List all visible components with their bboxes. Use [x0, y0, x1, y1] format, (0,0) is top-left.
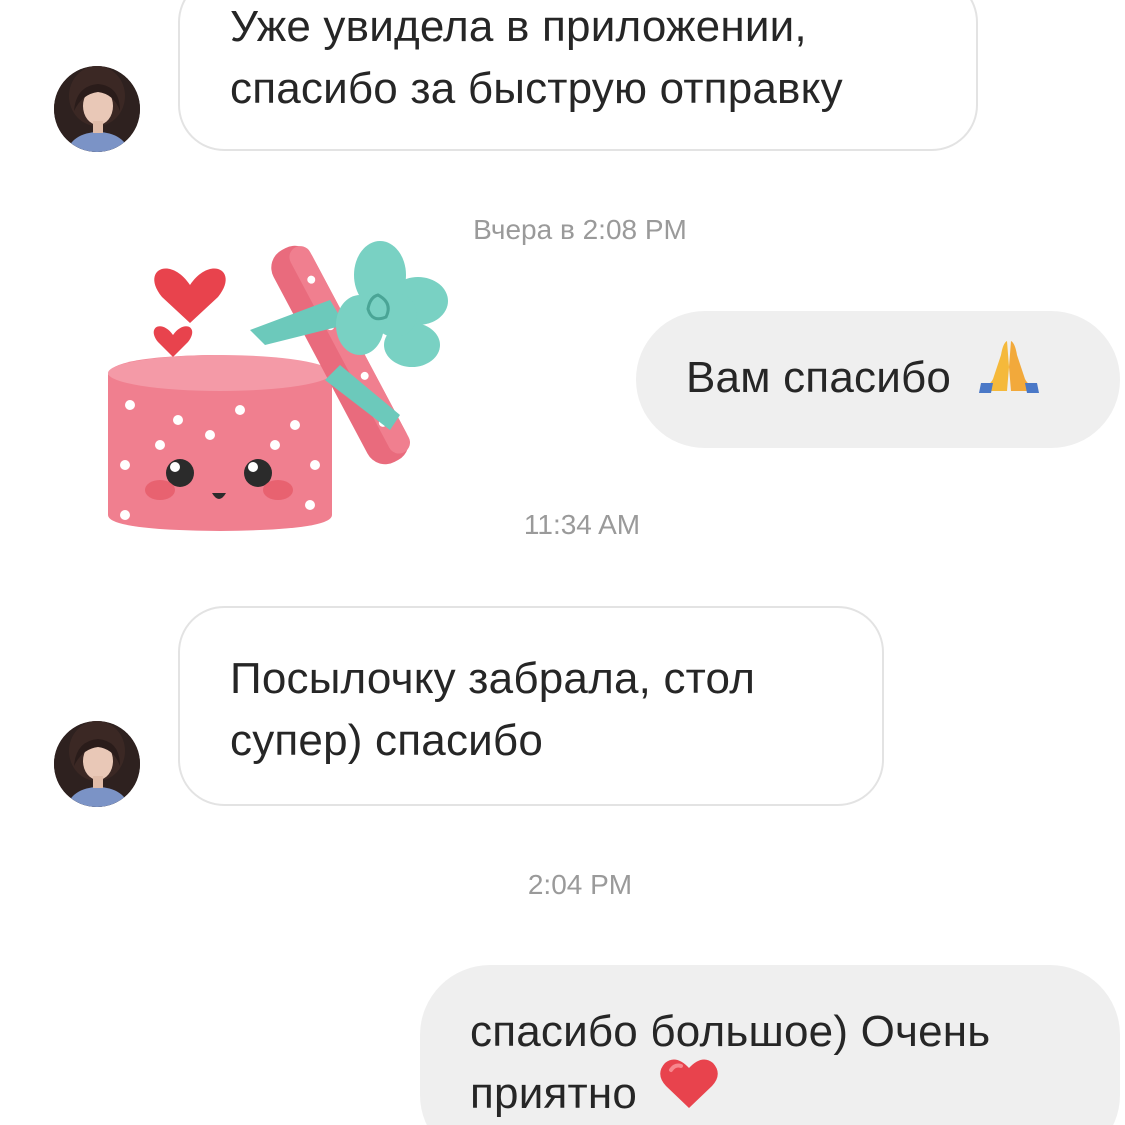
message-timestamp: 11:34 AM — [523, 509, 641, 540]
sender-avatar[interactable] — [54, 66, 140, 152]
message-text-line: приятно — [470, 1059, 1120, 1125]
incoming-message-bubble[interactable]: Посылочку забрала, стол супер) спасибо — [178, 606, 884, 806]
sender-avatar[interactable] — [54, 721, 140, 807]
message-text-line: спасибо большое) Очень — [470, 1007, 991, 1056]
folded-hands-emoji — [977, 337, 1041, 410]
red-heart-emoji — [659, 1056, 719, 1125]
avatar-photo-icon — [54, 66, 140, 152]
message-text-line: Уже увидела в приложении, — [230, 2, 807, 51]
message-text: Вам спасибо — [686, 353, 952, 402]
outgoing-message-bubble[interactable]: спасибо большое) Очень приятно — [420, 965, 1120, 1125]
avatar-photo-icon — [54, 721, 140, 807]
message-text: приятно — [470, 1069, 638, 1118]
gift-box-sticker[interactable] — [100, 215, 470, 535]
message-text-line: супер) спасибо — [230, 716, 543, 765]
message-timestamp: 2:04 PM — [527, 869, 633, 900]
message-text-line: Посылочку забрала, стол — [230, 654, 756, 703]
message-text-line: спасибо за быструю отправку — [230, 64, 843, 113]
gift-box-sticker-icon — [108, 241, 448, 531]
outgoing-message-bubble[interactable]: Вам спасибо — [636, 311, 1120, 448]
incoming-message-bubble[interactable]: Уже увидела в приложении, спасибо за быс… — [178, 0, 978, 151]
